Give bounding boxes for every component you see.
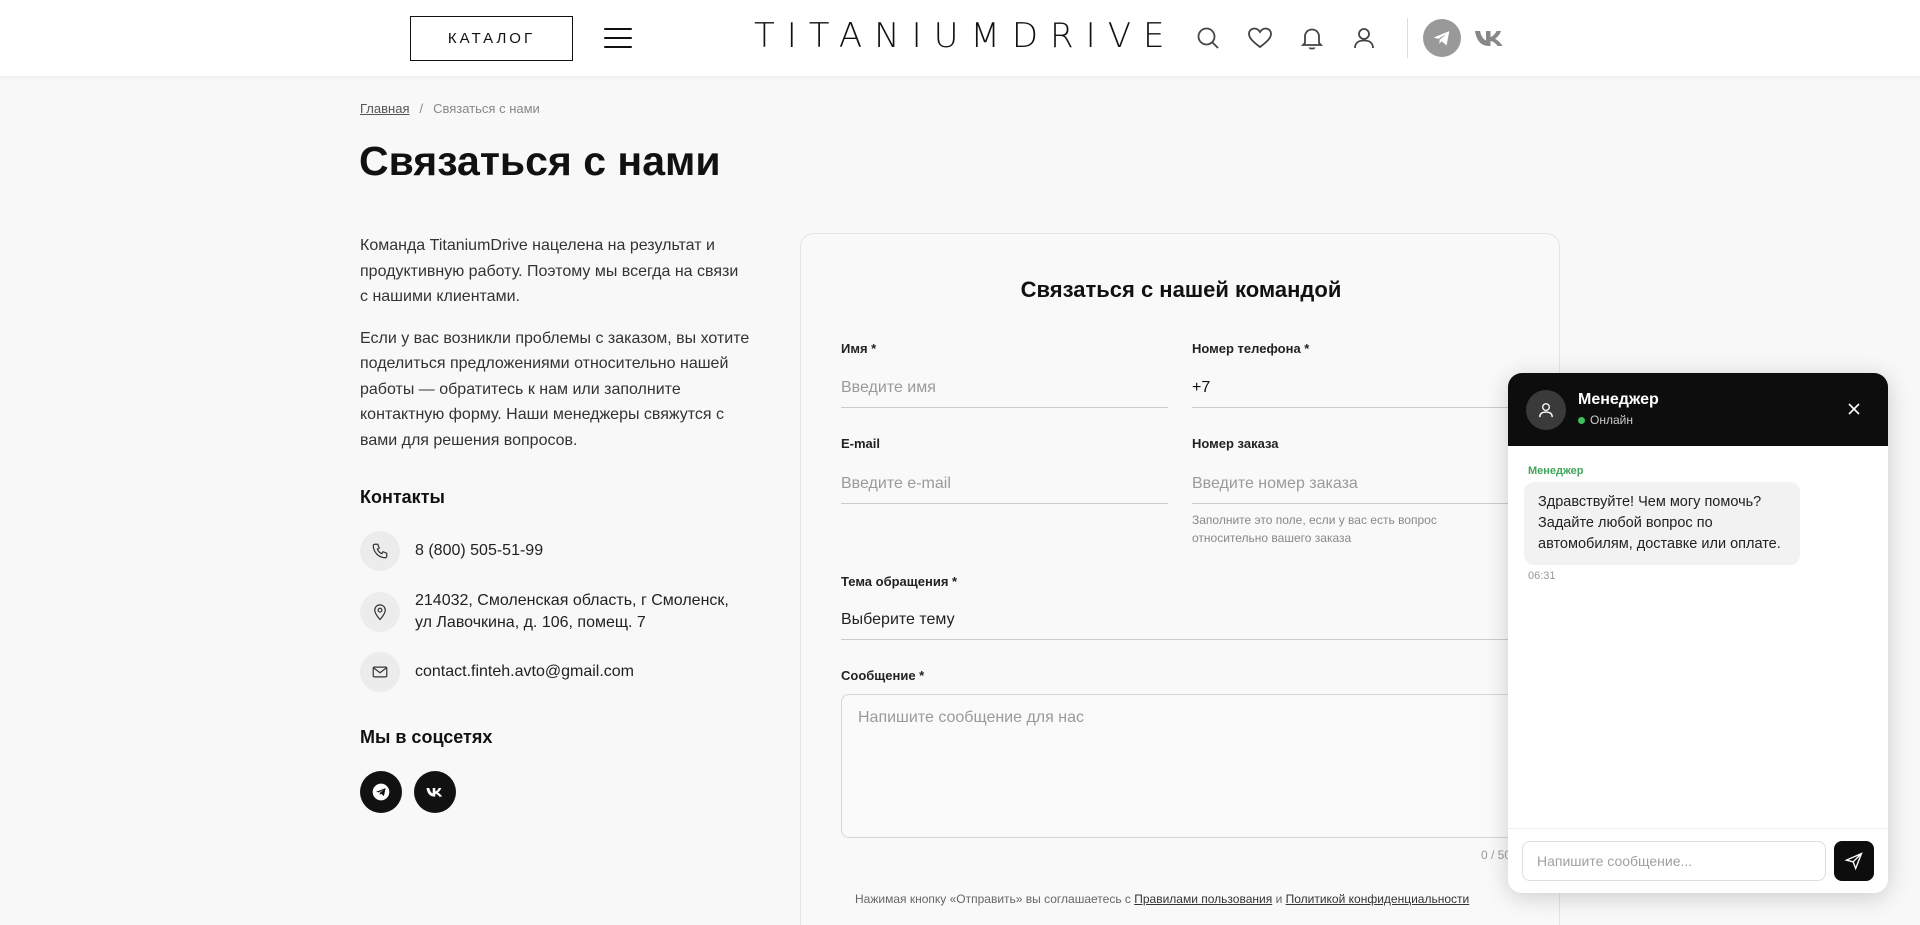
menu-icon[interactable] bbox=[604, 26, 632, 50]
chat-status: Онлайн bbox=[1578, 413, 1633, 427]
address-line: ул Лавочкина, д. 106, помещ. 7 bbox=[415, 614, 646, 631]
breadcrumb-separator: / bbox=[419, 101, 424, 116]
phone-icon bbox=[360, 531, 400, 571]
order-number-hint: Заполните это поле, если у вас есть вопр… bbox=[1192, 513, 1437, 545]
contact-address: 214032, Смоленская область, г Смоленск, … bbox=[360, 590, 729, 634]
send-button[interactable] bbox=[1834, 841, 1874, 881]
email-input[interactable] bbox=[841, 464, 1168, 504]
agreement-and: и bbox=[1275, 892, 1283, 906]
breadcrumb-home-link[interactable]: Главная bbox=[360, 101, 409, 116]
breadcrumb: Главная / Связаться с нами bbox=[360, 101, 540, 116]
vk-icon[interactable] bbox=[414, 771, 456, 813]
contacts-heading: Контакты bbox=[360, 487, 445, 507]
close-icon[interactable] bbox=[1844, 399, 1864, 419]
topic-select-value: Выберите тему bbox=[841, 610, 955, 628]
privacy-link[interactable]: Политикой конфиденциальности bbox=[1286, 892, 1470, 906]
user-icon bbox=[1539, 403, 1553, 418]
message-time: 06:31 bbox=[1528, 570, 1556, 582]
email-address[interactable]: contact.finteh.avto@gmail.com bbox=[415, 661, 634, 683]
online-dot bbox=[1578, 416, 1585, 424]
header-divider bbox=[1407, 18, 1408, 58]
catalog-button[interactable]: КАТАЛОГ bbox=[410, 16, 573, 61]
page-title: Связаться с нами bbox=[359, 138, 721, 184]
chat-widget: Менеджер Онлайн Менеджер Здравствуйте! Ч… bbox=[1508, 373, 1888, 893]
message-char-counter: 0 / 50 bbox=[1481, 848, 1512, 862]
message-label: Сообщение * bbox=[841, 668, 925, 683]
agreement-text: Нажимая кнопку «Отправить» вы соглашаете… bbox=[855, 892, 1469, 906]
chat-message-input[interactable] bbox=[1522, 841, 1826, 881]
order-number-input[interactable] bbox=[1192, 464, 1521, 504]
address-line: 214032, Смоленская область, г Смоленск, bbox=[415, 592, 729, 609]
message-textarea[interactable] bbox=[841, 694, 1521, 838]
message-sender: Менеджер bbox=[1528, 465, 1584, 477]
heart-icon[interactable] bbox=[1246, 24, 1274, 52]
contact-phone[interactable]: 8 (800) 505-51-99 bbox=[360, 531, 543, 571]
telegram-icon[interactable] bbox=[1423, 19, 1461, 57]
phone-label: Номер телефона * bbox=[1192, 341, 1310, 356]
chat-status-text: Онлайн bbox=[1590, 413, 1633, 427]
name-label: Имя * bbox=[841, 341, 877, 356]
telegram-icon[interactable] bbox=[360, 771, 402, 813]
breadcrumb-current: Связаться с нами bbox=[433, 101, 540, 116]
form-title: Связаться с нашей командой bbox=[1020, 277, 1342, 302]
location-icon bbox=[360, 592, 400, 632]
chat-header: Менеджер Онлайн bbox=[1508, 373, 1888, 446]
contact-form: Связаться с нашей командой Имя * Номер т… bbox=[800, 233, 1560, 925]
name-input[interactable] bbox=[841, 368, 1168, 408]
intro-text: Команда TitaniumDrive нацелена на резуль… bbox=[360, 233, 750, 469]
search-icon[interactable] bbox=[1194, 24, 1222, 52]
order-number-label: Номер заказа bbox=[1192, 436, 1279, 451]
chat-message: Здравствуйте! Чем могу помочь? Задайте л… bbox=[1524, 482, 1800, 565]
terms-link[interactable]: Правилами пользования bbox=[1134, 892, 1272, 906]
chat-manager-name: Менеджер bbox=[1578, 391, 1659, 408]
phone-input[interactable] bbox=[1192, 368, 1521, 408]
contact-email[interactable]: contact.finteh.avto@gmail.com bbox=[360, 652, 634, 692]
mail-icon bbox=[360, 652, 400, 692]
send-icon bbox=[1844, 852, 1863, 871]
user-icon[interactable] bbox=[1350, 24, 1378, 52]
manager-avatar bbox=[1526, 390, 1566, 430]
email-label: E-mail bbox=[841, 436, 881, 451]
site-header: КАТАЛОГ TITANIUMDRIVE bbox=[0, 0, 1920, 76]
topic-label: Тема обращения * bbox=[841, 574, 958, 589]
vk-icon[interactable] bbox=[1473, 24, 1507, 52]
social-heading: Мы в соцсетях bbox=[360, 727, 493, 747]
topic-select[interactable]: Выберите тему bbox=[841, 600, 1521, 640]
site-logo[interactable]: TITANIUMDRIVE bbox=[754, 16, 1176, 56]
agreement-prefix: Нажимая кнопку «Отправить» вы соглашаете… bbox=[855, 892, 1131, 906]
phone-number[interactable]: 8 (800) 505-51-99 bbox=[415, 540, 543, 562]
chat-footer bbox=[1508, 828, 1888, 893]
intro-paragraph: Команда TitaniumDrive нацелена на резуль… bbox=[360, 237, 739, 305]
intro-paragraph: Если у вас возникли проблемы с заказом, … bbox=[360, 329, 750, 449]
bell-icon[interactable] bbox=[1298, 24, 1326, 52]
social-links bbox=[360, 771, 456, 813]
